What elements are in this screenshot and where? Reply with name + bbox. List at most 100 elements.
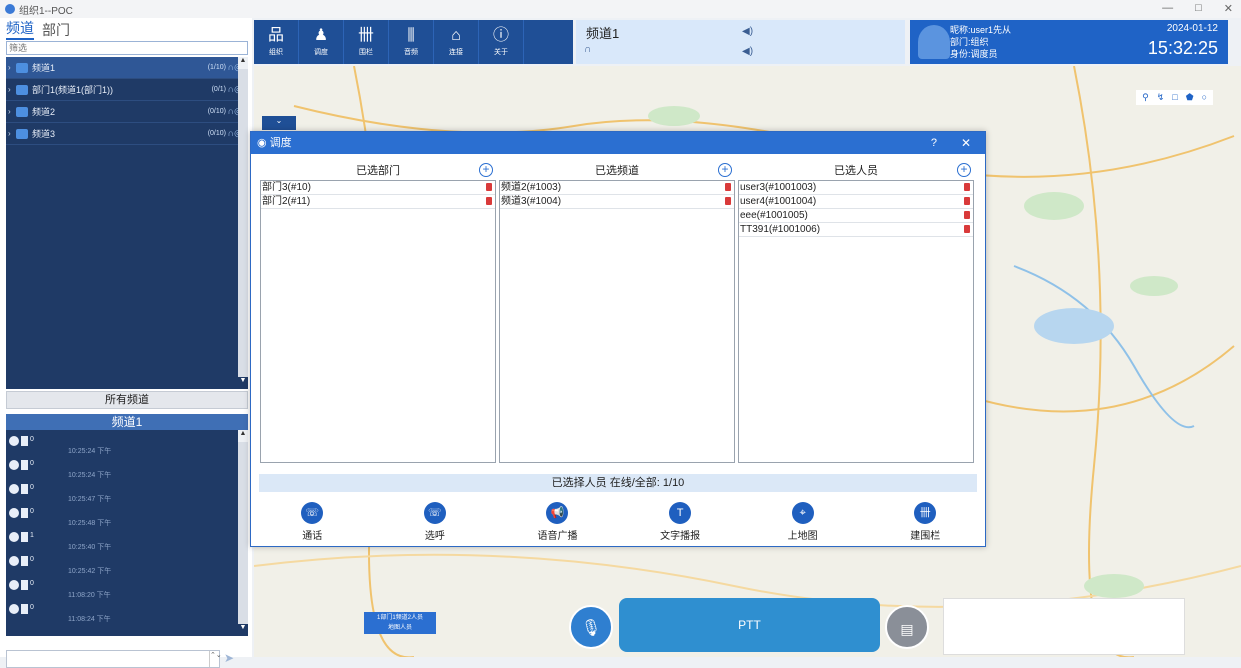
- channel-name: 部门1(频道1(部门1)): [32, 85, 114, 95]
- column-header: 已选人员: [834, 165, 878, 177]
- add-icon[interactable]: +: [957, 163, 971, 177]
- scroll-down-icon[interactable]: ▼: [238, 624, 248, 636]
- select-call-icon: ☏: [423, 502, 446, 524]
- channel-item[interactable]: › 频道3 (0/10) ∩◎: [6, 123, 248, 145]
- expand-icon[interactable]: ›: [8, 63, 16, 72]
- list-item[interactable]: 频道3(#1004): [500, 195, 734, 209]
- delete-icon[interactable]: [964, 183, 970, 191]
- polygon-icon[interactable]: ⬟: [1186, 92, 1194, 103]
- action-button[interactable]: ☏ 通话: [251, 502, 374, 542]
- map-channel-badge[interactable]: 1部门1频道2人员 地图人员: [364, 612, 436, 634]
- toolbar-button[interactable]: ♟ 调度: [299, 20, 344, 64]
- toolbar-button[interactable]: ⓘ 关于: [479, 20, 524, 64]
- user-icon: [9, 484, 19, 494]
- delete-icon[interactable]: [964, 197, 970, 205]
- minimize-button[interactable]: —: [1162, 2, 1173, 15]
- action-button[interactable]: ☏ 选呼: [374, 502, 497, 542]
- list-item[interactable]: eee(#1001005): [739, 209, 973, 223]
- window-title: 组织1--POC: [19, 5, 73, 17]
- list-item[interactable]: TT391(#1001006): [739, 223, 973, 237]
- column-header: 已选频道: [595, 165, 639, 177]
- speaker-button[interactable]: ▤: [885, 605, 929, 649]
- member-row[interactable]: 0 10:25:48 下午: [6, 502, 248, 527]
- channel-item[interactable]: › 频道2 (0/10) ∩◎: [6, 101, 248, 123]
- list-item[interactable]: 部门3(#10): [261, 181, 495, 195]
- delete-icon[interactable]: [964, 225, 970, 233]
- expand-icon[interactable]: ›: [8, 129, 16, 138]
- member-row[interactable]: 0 11:08:24 下午: [6, 598, 248, 623]
- circle-icon[interactable]: ○: [1202, 92, 1207, 103]
- device-icon: [21, 508, 28, 518]
- toolbar-button[interactable]: 卌围栏: [344, 20, 389, 64]
- toolbar-button[interactable]: ⌂ 连接: [434, 20, 479, 64]
- delete-icon[interactable]: [486, 183, 492, 191]
- expand-icon[interactable]: ›: [8, 85, 16, 94]
- dialog-close-button[interactable]: ✕: [961, 132, 971, 154]
- toolbar-button[interactable]: 品组织: [254, 20, 299, 64]
- list-item[interactable]: user4(#1001004): [739, 195, 973, 209]
- action-label: 建围栏: [910, 531, 941, 542]
- list-item[interactable]: 频道2(#1003): [500, 181, 734, 195]
- channel-item[interactable]: › 部门1(频道1(部门1)) (0/1) ∩◎: [6, 79, 248, 101]
- member-status: 0: [30, 460, 34, 467]
- action-button[interactable]: 卌建围栏: [864, 502, 987, 542]
- channel-item[interactable]: › 频道1 (1/10) ∩◎: [6, 57, 248, 79]
- volume-icon[interactable]: ◀): [742, 46, 753, 57]
- scroll-up-icon[interactable]: ▲: [238, 57, 248, 69]
- add-icon[interactable]: +: [718, 163, 732, 177]
- all-channels-button[interactable]: 所有频道: [6, 391, 248, 409]
- user-icon: [9, 508, 19, 518]
- delete-icon[interactable]: [486, 197, 492, 205]
- channel-scrollbar[interactable]: ▲ ▼: [238, 57, 248, 389]
- member-row[interactable]: 0 10:25:42 下午: [6, 550, 248, 575]
- channel-list: › 频道1 (1/10) ∩◎ › 部门1(频道1(部门1)) (0/1) ∩◎…: [6, 57, 248, 389]
- action-button[interactable]: ⌖ 上地图: [741, 502, 864, 542]
- channel-count: (1/10): [207, 64, 226, 71]
- delete-icon[interactable]: [964, 211, 970, 219]
- item-label: TT391(#1001006): [740, 224, 821, 235]
- tab-channels[interactable]: 频道: [6, 18, 34, 40]
- message-input[interactable]: ⌃⌄: [6, 650, 222, 668]
- delete-icon[interactable]: [725, 197, 731, 205]
- device-icon: [21, 484, 28, 494]
- maximize-button[interactable]: □: [1195, 2, 1202, 15]
- delete-icon[interactable]: [725, 183, 731, 191]
- add-icon[interactable]: +: [479, 163, 493, 177]
- close-window-button[interactable]: ✕: [1224, 2, 1233, 15]
- channel-name: 频道3: [32, 129, 56, 139]
- member-row[interactable]: 0 10:25:24 下午: [6, 454, 248, 479]
- toolbar-button[interactable]: ⫼ 音频: [389, 20, 434, 64]
- send-icon[interactable]: ➤: [224, 651, 234, 665]
- channel-icon: [16, 84, 28, 95]
- route-icon[interactable]: ↯: [1157, 92, 1165, 103]
- expand-icon[interactable]: ›: [8, 107, 16, 116]
- member-row[interactable]: 0 11:08:20 下午: [6, 574, 248, 599]
- scroll-up-icon[interactable]: ▲: [238, 430, 248, 442]
- tab-departments[interactable]: 部门: [42, 20, 70, 40]
- current-date: 2024-01-12: [1166, 23, 1218, 34]
- action-button[interactable]: T 文字播报: [619, 502, 742, 542]
- volume-icon[interactable]: ◀): [742, 26, 753, 37]
- list-item[interactable]: 部门2(#11): [261, 195, 495, 209]
- mic-button[interactable]: 🎙: [569, 605, 613, 649]
- member-row[interactable]: 0 10:25:47 下午: [6, 478, 248, 503]
- toolbar-label: 组织: [269, 49, 283, 56]
- member-scrollbar[interactable]: ▲ ▼: [238, 430, 248, 636]
- pin-icon[interactable]: ⚲: [1142, 92, 1149, 103]
- scroll-down-icon[interactable]: ▼: [238, 377, 248, 389]
- collapse-icon[interactable]: ⌄: [262, 116, 296, 130]
- member-time: 11:08:24 下午: [68, 616, 111, 623]
- spin-icon[interactable]: ⌃⌄: [209, 651, 222, 667]
- filter-input[interactable]: 筛选: [6, 41, 248, 55]
- ptt-button[interactable]: PTT: [619, 598, 880, 652]
- action-button[interactable]: 📢 语音广播: [496, 502, 619, 542]
- help-button[interactable]: ?: [931, 132, 937, 154]
- member-status: 0: [30, 484, 34, 491]
- rect-icon[interactable]: □: [1172, 92, 1177, 103]
- channel-count: (0/10): [207, 130, 226, 137]
- item-label: 频道3(#1004): [501, 196, 562, 207]
- member-row[interactable]: 0 10:25:24 下午: [6, 430, 248, 455]
- list-item[interactable]: user3(#1001003): [739, 181, 973, 195]
- member-row[interactable]: 1 10:25:40 下午: [6, 526, 248, 551]
- device-icon: [21, 436, 28, 446]
